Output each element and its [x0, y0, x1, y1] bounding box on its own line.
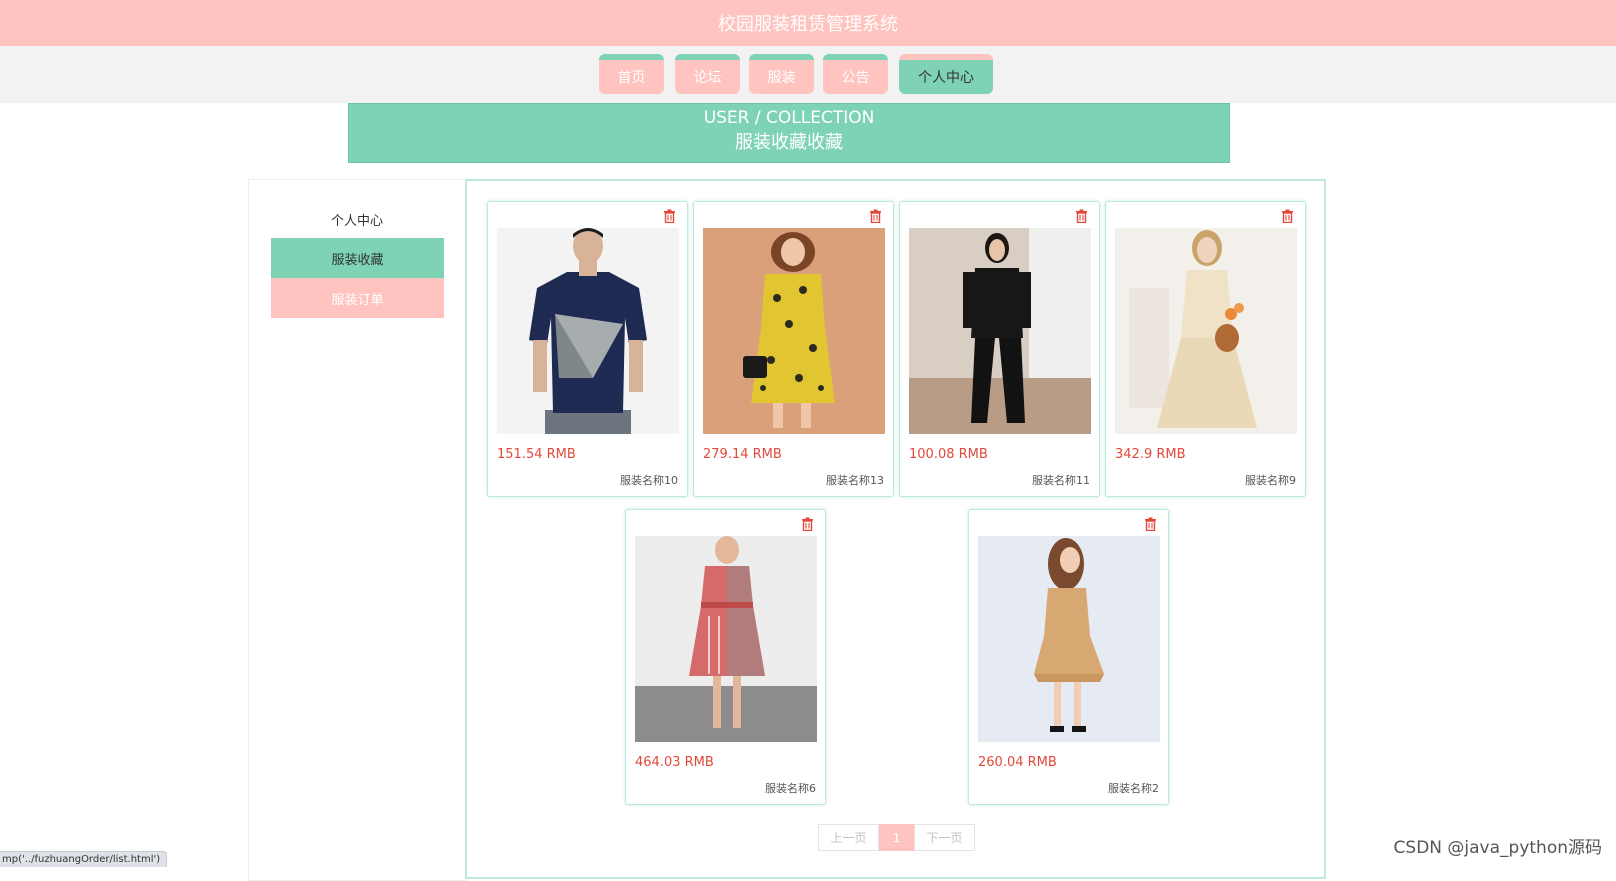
card-name[interactable]: 服装名称11: [1032, 472, 1090, 488]
sidebar-item-collection[interactable]: 服装收藏: [271, 238, 444, 278]
status-bar-url: mp('../fuzhuangOrder/list.html'): [0, 851, 168, 867]
card-price: 279.14 RMB: [703, 447, 782, 462]
sidebar: 个人中心 服装收藏 服装订单: [248, 179, 466, 881]
card-price: 342.9 RMB: [1115, 447, 1186, 462]
collection-card[interactable]: 260.04 RMB 服装名称2: [968, 509, 1169, 805]
product-image[interactable]: [909, 228, 1091, 434]
card-name[interactable]: 服装名称13: [826, 472, 884, 488]
nav-forum[interactable]: 论坛: [675, 54, 740, 94]
nav-clothing-label: 服装: [767, 70, 796, 86]
trash-icon[interactable]: [799, 516, 815, 532]
nav-home-label: 首页: [617, 70, 646, 86]
banner-title-cn: 服装收藏收藏: [735, 132, 843, 153]
sidebar-item-label: 服装收藏: [331, 252, 384, 268]
product-image[interactable]: [703, 228, 885, 434]
collection-card[interactable]: 151.54 RMB 服装名称10: [487, 201, 688, 497]
prev-page-button[interactable]: 上一页: [818, 824, 879, 851]
collection-card[interactable]: 342.9 RMB 服装名称9: [1105, 201, 1306, 497]
nav-forum-label: 论坛: [693, 70, 722, 86]
card-price: 464.03 RMB: [635, 755, 714, 770]
page-banner: USER / COLLECTION 服装收藏收藏: [348, 103, 1230, 163]
product-image[interactable]: [1115, 228, 1297, 434]
product-image[interactable]: [497, 228, 679, 434]
collection-card[interactable]: 100.08 RMB 服装名称11: [899, 201, 1100, 497]
sidebar-item-orders[interactable]: 服装订单: [271, 278, 444, 318]
sidebar-item-label: 服装订单: [331, 292, 384, 308]
card-name[interactable]: 服装名称10: [620, 472, 678, 488]
sidebar-title: 个人中心: [330, 214, 383, 229]
site-title: 校园服装租赁管理系统: [718, 14, 898, 35]
collection-panel: 151.54 RMB 服装名称10 279.14 RMB 服装名称13 100.…: [465, 179, 1326, 879]
card-name[interactable]: 服装名称2: [1108, 780, 1159, 796]
trash-icon[interactable]: [1142, 516, 1158, 532]
trash-icon[interactable]: [867, 208, 883, 224]
card-price: 100.08 RMB: [909, 447, 988, 462]
card-name[interactable]: 服装名称6: [765, 780, 816, 796]
card-name[interactable]: 服装名称9: [1245, 472, 1296, 488]
nav-personal-center[interactable]: 个人中心: [899, 54, 993, 94]
card-price: 260.04 RMB: [978, 755, 1057, 770]
current-page-button[interactable]: 1: [879, 824, 914, 851]
banner-title-en: USER / COLLECTION: [703, 108, 875, 128]
trash-icon[interactable]: [661, 208, 677, 224]
watermark: CSDN @java_python源码: [1393, 838, 1602, 858]
product-image[interactable]: [635, 536, 817, 742]
nav-clothing[interactable]: 服装: [749, 54, 814, 94]
nav-home[interactable]: 首页: [599, 54, 664, 94]
nav-announcement-label: 公告: [841, 70, 870, 86]
next-page-button[interactable]: 下一页: [914, 824, 975, 851]
nav-announcement[interactable]: 公告: [823, 54, 888, 94]
trash-icon[interactable]: [1073, 208, 1089, 224]
top-bar: 校园服装租赁管理系统: [0, 0, 1616, 46]
collection-card[interactable]: 279.14 RMB 服装名称13: [693, 201, 894, 497]
pagination: 上一页 1 下一页: [818, 824, 975, 851]
main-nav: 首页 论坛 服装 公告 个人中心: [0, 46, 1616, 103]
nav-personal-center-label: 个人中心: [918, 70, 974, 86]
product-image[interactable]: [978, 536, 1160, 742]
card-price: 151.54 RMB: [497, 447, 576, 462]
trash-icon[interactable]: [1279, 208, 1295, 224]
collection-card[interactable]: 464.03 RMB 服装名称6: [625, 509, 826, 805]
